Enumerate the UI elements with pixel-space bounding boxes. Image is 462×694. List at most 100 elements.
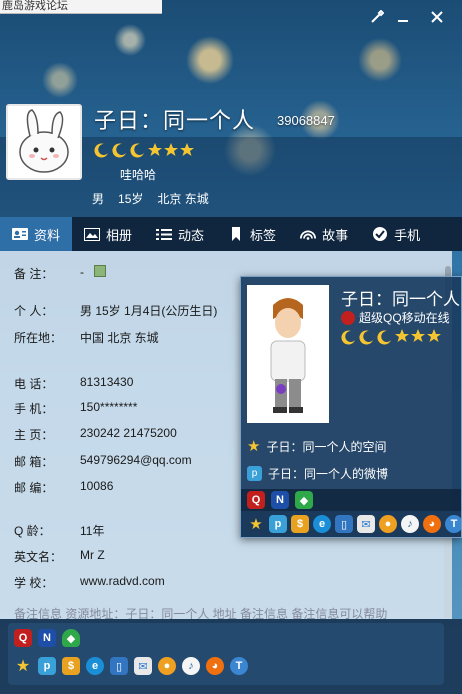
minimize-icon[interactable] [394, 10, 412, 28]
nba-icon[interactable]: N [271, 491, 289, 509]
mail-icon[interactable]: ✉ [134, 657, 152, 675]
school-value: www.radvd.com [80, 574, 165, 588]
wallet-icon[interactable]: $ [291, 515, 309, 533]
homepage-value[interactable]: 230242 21475200 [80, 426, 177, 443]
penguin-icon[interactable]: ● [158, 657, 176, 675]
super-qq-icon [341, 310, 355, 325]
phone-icon[interactable]: ▯ [110, 657, 128, 675]
diamond-icon[interactable]: ◆ [62, 629, 80, 647]
shield-icon[interactable]: T [230, 657, 248, 675]
remark-row: 备 注： - [14, 265, 106, 282]
school-row: 学 校： www.radvd.com [14, 574, 165, 591]
link-label: 子日：同一个人的空间 [266, 439, 387, 454]
card-level-icons [341, 329, 441, 345]
penguin-icon[interactable]: ● [379, 515, 397, 533]
weibo-icon: p [247, 466, 262, 481]
moon-icon [377, 330, 391, 345]
star-icon [427, 329, 441, 342]
wifi-icon [300, 227, 317, 241]
weibo-icon[interactable]: p [38, 657, 56, 675]
weibo-link[interactable]: p 子日：同一个人的微博 [247, 465, 388, 482]
email-row: 邮 箱： 549796294@qq.com [14, 453, 192, 470]
close-icon[interactable] [428, 10, 446, 28]
location-row: 所在地： 中国 北京 东城 [14, 329, 159, 346]
phone-icon[interactable]: ▯ [335, 515, 353, 533]
tab-profile[interactable]: 资料 [0, 217, 73, 251]
field-label: 学 校： [14, 576, 54, 590]
field-label: 主 页： [14, 428, 54, 442]
star-icon [180, 143, 194, 156]
qage-value: 11年 [80, 524, 105, 538]
postcode-row: 邮 编： 10086 [14, 479, 113, 496]
tab-feed[interactable]: 动态 [144, 217, 216, 251]
tab-tags[interactable]: 标签 [216, 217, 288, 251]
qzone-icon[interactable]: e [313, 515, 331, 533]
star-icon: ★ [247, 438, 261, 455]
tab-label: 资料 [34, 227, 61, 243]
field-label: 个 人： [14, 304, 54, 318]
shield-icon[interactable]: T [445, 515, 461, 533]
bookmark-icon [228, 227, 244, 241]
moon-icon [341, 330, 355, 345]
tab-label: 标签 [250, 227, 277, 243]
pet-icon[interactable]: ◕ [423, 515, 441, 533]
tab-mobile[interactable]: 手机 [360, 217, 432, 251]
qzone-icon[interactable]: e [86, 657, 104, 675]
tab-album[interactable]: 相册 [72, 217, 144, 251]
browser-tab[interactable]: 鹿岛游戏论坛 [0, 0, 162, 14]
music-icon[interactable]: ♪ [401, 515, 419, 533]
field-label: 手 机： [14, 402, 54, 416]
tab-label: 故事 [322, 227, 349, 243]
vip-text: 超级QQ移动在线 [359, 311, 450, 325]
english-name-row: 英文名： Mr Z [14, 548, 105, 565]
skin-icon[interactable] [368, 9, 386, 28]
qq-show-avatar[interactable] [247, 285, 329, 423]
mobile-row: 手 机： 150******** [14, 400, 137, 417]
field-label: Q 龄： [14, 524, 51, 538]
field-label: 邮 箱： [14, 455, 54, 469]
card-nickname: 子日：同一个人 [341, 290, 460, 309]
edit-icon[interactable] [94, 265, 106, 277]
email-value[interactable]: 549796294@qq.com [80, 453, 192, 470]
field-label: 英文名： [14, 550, 63, 564]
tab-story[interactable]: 故事 [288, 217, 360, 251]
star-icon [164, 143, 178, 156]
nickname: 子日：同一个人 [94, 108, 256, 133]
moon-icon [359, 330, 373, 345]
qq-show-icon[interactable]: Q [14, 629, 32, 647]
hover-card: 子日：同一个人 超级QQ移动在线 ★ 子日：同一个人的空间 p 子日：同一个人的… [240, 276, 462, 538]
mail-icon[interactable]: ✉ [357, 515, 375, 533]
card-vip-status: 超级QQ移动在线 [341, 309, 450, 326]
qq-show-icon[interactable]: Q [247, 491, 265, 509]
wallet-icon[interactable]: $ [62, 657, 80, 675]
gender: 男 [92, 192, 105, 206]
level-icons [94, 140, 194, 160]
homepage-row: 主 页： 230242 21475200 [14, 426, 177, 443]
nba-icon[interactable]: N [38, 629, 56, 647]
check-badge-icon [372, 227, 388, 241]
tab-bar: 资料 相册 动态 标签 故事 手机 [0, 217, 462, 251]
location: 北京 东城 [157, 192, 209, 206]
english-name-value: Mr Z [80, 548, 105, 562]
star-icon[interactable]: ★ [247, 515, 265, 533]
tab-label: 手机 [394, 227, 421, 243]
star-icon [148, 143, 162, 156]
avatar[interactable] [6, 104, 82, 180]
field-label: 邮 编： [14, 481, 54, 495]
diamond-icon[interactable]: ◆ [295, 491, 313, 509]
star-icon[interactable]: ★ [14, 657, 32, 675]
age: 15岁 [118, 192, 144, 206]
pet-icon[interactable]: ◕ [206, 657, 224, 675]
weibo-icon[interactable]: p [269, 515, 287, 533]
mobile-value: 150******** [80, 400, 138, 414]
personal-row: 个 人： 男 15岁 1月4日(公历生日) [14, 302, 217, 319]
profile-card-icon [12, 227, 28, 241]
signature[interactable]: 哇哈哈 [120, 166, 156, 183]
star-icon [395, 329, 409, 342]
moon-icon [112, 143, 126, 158]
phone-row: 电 话： 81313430 [14, 375, 133, 392]
qzone-link[interactable]: ★ 子日：同一个人的空间 [247, 437, 386, 455]
music-icon[interactable]: ♪ [182, 657, 200, 675]
phone-value: 81313430 [80, 375, 134, 389]
tab-label: 相册 [106, 227, 133, 243]
